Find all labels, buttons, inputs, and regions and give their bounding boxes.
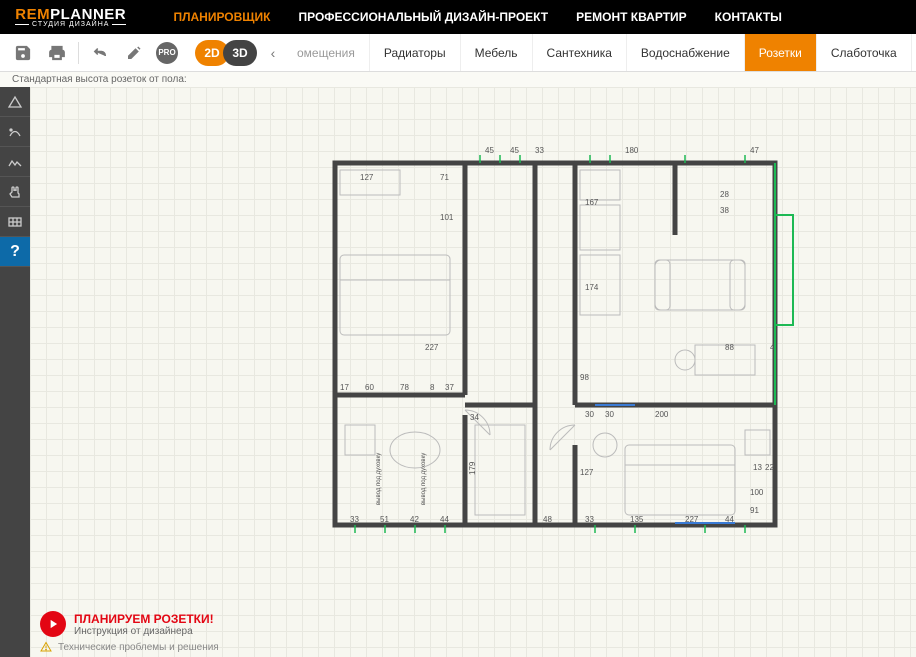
svg-text:91: 91 [750,506,759,515]
svg-text:33: 33 [585,515,594,524]
svg-text:200: 200 [655,410,669,419]
svg-text:28: 28 [720,190,729,199]
top-nav: REMPLANNER СТУДИЯ ДИЗАЙНА ПЛАНИРОВЩИК ПР… [0,0,916,34]
hint-line: Стандартная высота розеток от пола: [0,72,916,87]
svg-text:30: 30 [585,410,594,419]
svg-text:179: 179 [468,461,477,475]
canvas[interactable]: 45 45 33 180 47 127 71 167 28 38 101 174… [30,87,916,657]
promo[interactable]: ПЛАНИРУЕМ РОЗЕТКИ! Инструкция от дизайне… [40,611,906,637]
nav-contacts[interactable]: КОНТАКТЫ [701,10,796,24]
svg-text:227: 227 [685,515,699,524]
logo-sub: СТУДИЯ ДИЗАЙНА [12,21,129,28]
svg-text:174: 174 [585,283,599,292]
floorplan[interactable]: 45 45 33 180 47 127 71 167 28 38 101 174… [325,145,795,535]
svg-text:22: 22 [765,463,774,472]
svg-text:42: 42 [410,515,419,524]
svg-text:17: 17 [340,383,349,392]
svg-text:47: 47 [750,146,759,155]
svg-text:127: 127 [360,173,374,182]
side-triangle-icon[interactable] [0,87,30,117]
undo-icon[interactable] [88,41,112,65]
tech-issues-label: Технические проблемы и решения [58,642,219,653]
svg-text:30: 30 [605,410,614,419]
promo-sub: Инструкция от дизайнера [74,626,214,637]
svg-text:88: 88 [725,343,734,352]
svg-text:44: 44 [725,515,734,524]
side-help-button[interactable]: ? [0,237,30,267]
nav-repair[interactable]: РЕМОНТ КВАРТИР [562,10,701,24]
tab-radiators[interactable]: Радиаторы [370,34,461,71]
svg-text:44: 44 [440,515,449,524]
svg-text:33: 33 [535,146,544,155]
logo[interactable]: REMPLANNER СТУДИЯ ДИЗАЙНА [12,6,129,28]
tab-lowvoltage[interactable]: Слаботочка [817,34,912,71]
svg-text:45: 45 [485,146,494,155]
svg-text:48: 48 [543,515,552,524]
workspace: ? [0,87,916,657]
nav-design[interactable]: ПРОФЕССИОНАЛЬНЫЙ ДИЗАЙН-ПРОЕКТ [284,10,562,24]
tab-rooms[interactable]: омещения [283,34,370,71]
svg-text:34: 34 [470,413,479,422]
svg-text:78: 78 [400,383,409,392]
svg-text:127: 127 [580,468,594,477]
svg-text:101: 101 [440,213,454,222]
side-grid-icon[interactable] [0,207,30,237]
scroll-left-icon[interactable]: ‹ [263,40,283,66]
svg-text:135: 135 [630,515,644,524]
svg-text:98: 98 [580,373,589,382]
tab-sockets[interactable]: Розетки [745,34,817,71]
svg-text:вывод под духовку: вывод под духовку [421,453,427,505]
nav-planner[interactable]: ПЛАНИРОВЩИК [159,10,284,24]
side-hand-icon[interactable] [0,177,30,207]
side-tools: ? [0,87,30,657]
tools-icon[interactable] [122,41,146,65]
svg-text:37: 37 [445,383,454,392]
save-icon[interactable] [11,41,35,65]
bottom-bar: ПЛАНИРУЕМ РОЗЕТКИ! Инструкция от дизайне… [30,605,916,657]
svg-text:45: 45 [510,146,519,155]
warning-icon [40,641,52,653]
view-3d-button[interactable]: 3D [223,40,257,66]
svg-text:167: 167 [585,198,599,207]
promo-title: ПЛАНИРУЕМ РОЗЕТКИ! [74,612,214,626]
print-icon[interactable] [45,41,69,65]
svg-text:227: 227 [425,343,439,352]
svg-text:вывод под духовку: вывод под духовку [376,453,382,505]
play-icon [40,611,66,637]
svg-text:60: 60 [365,383,374,392]
toolbar: PRO 2D 3D ‹ омещения Радиаторы Мебель Са… [0,34,916,72]
svg-text:33: 33 [350,515,359,524]
tool-tabs: омещения Радиаторы Мебель Сантехника Вод… [283,34,916,71]
tab-furniture[interactable]: Мебель [461,34,533,71]
tab-water[interactable]: Водоснабжение [627,34,745,71]
side-sketch-icon[interactable] [0,117,30,147]
svg-text:100: 100 [750,488,764,497]
svg-text:180: 180 [625,146,639,155]
svg-text:38: 38 [720,206,729,215]
svg-text:51: 51 [380,515,389,524]
svg-text:13: 13 [753,463,762,472]
side-mountains-icon[interactable] [0,147,30,177]
svg-text:4: 4 [770,343,775,352]
svg-text:8: 8 [430,383,435,392]
svg-text:71: 71 [440,173,449,182]
pro-badge[interactable]: PRO [156,42,178,64]
tech-issues-link[interactable]: Технические проблемы и решения [40,641,906,653]
tab-plumbing[interactable]: Сантехника [533,34,627,71]
view-toggle: 2D 3D [195,40,257,66]
